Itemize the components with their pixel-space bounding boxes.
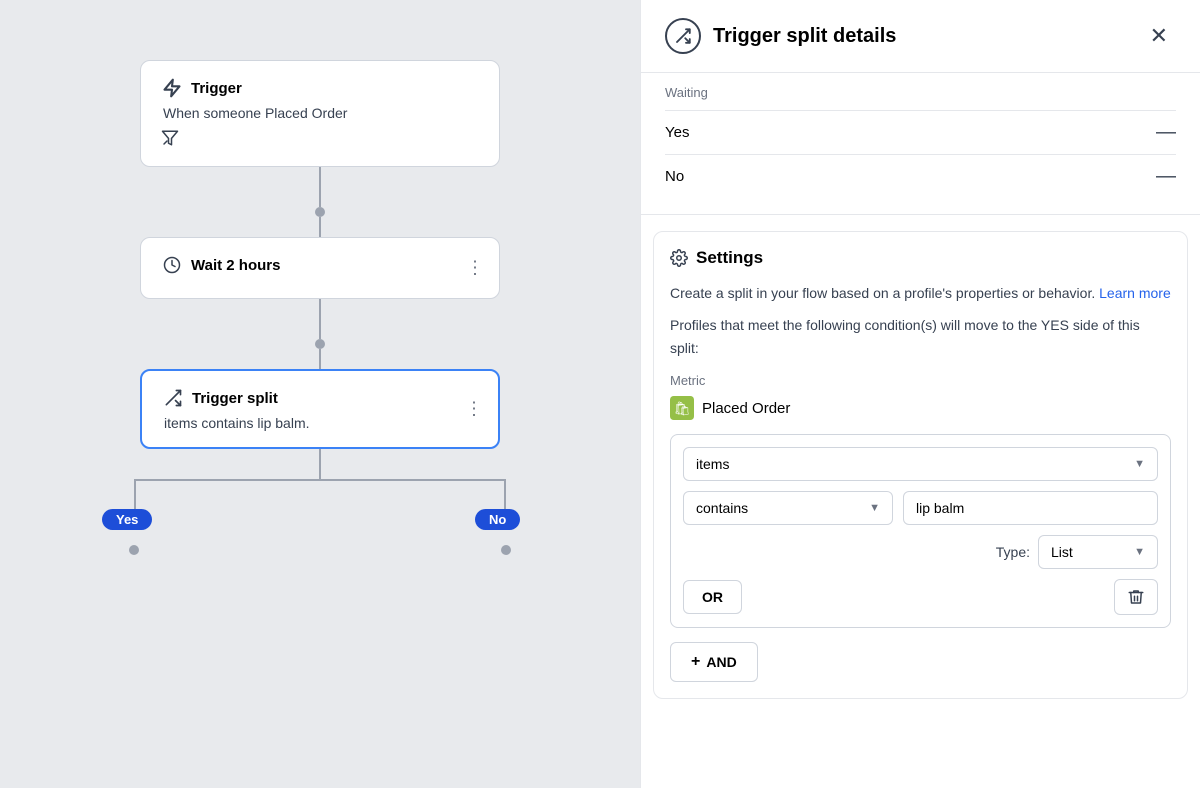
trigger-split-panel: Trigger split details ✕ Waiting Yes — No… bbox=[640, 0, 1200, 788]
flow-canvas: Trigger When someone Placed Order bbox=[0, 0, 640, 788]
settings-description: Create a split in your flow based on a p… bbox=[670, 282, 1171, 304]
wait-menu[interactable]: ⋮ bbox=[466, 258, 485, 279]
status-no-label: No bbox=[665, 168, 684, 185]
wait-node[interactable]: Wait 2 hours ⋮ bbox=[140, 237, 500, 299]
no-label[interactable]: No bbox=[475, 509, 520, 530]
type-select-chevron: ▼ bbox=[1134, 546, 1145, 558]
metric-row: 🛍 Placed Order bbox=[670, 396, 1171, 420]
branch-left-line bbox=[134, 479, 136, 509]
connector-line-2 bbox=[319, 299, 321, 339]
metric-name: Placed Order bbox=[702, 400, 790, 417]
type-select-value: List bbox=[1051, 544, 1073, 560]
shopify-icon: 🛍 bbox=[670, 396, 694, 420]
operator-select-chevron: ▼ bbox=[869, 502, 880, 514]
status-no-value: — bbox=[1156, 165, 1176, 188]
connector-line-1b bbox=[319, 217, 321, 237]
panel-header-icon bbox=[665, 18, 701, 54]
branch-no-label-wrap: No bbox=[475, 509, 520, 530]
field-select[interactable]: items ▼ bbox=[683, 447, 1158, 481]
value-input[interactable] bbox=[903, 491, 1158, 525]
settings-gear-icon bbox=[670, 249, 688, 267]
or-button[interactable]: OR bbox=[683, 580, 742, 614]
panel-close-button[interactable]: ✕ bbox=[1142, 19, 1176, 53]
action-row: OR bbox=[683, 579, 1158, 615]
and-button-label: AND bbox=[706, 654, 736, 670]
status-section: Waiting Yes — No — bbox=[641, 73, 1200, 215]
delete-button[interactable] bbox=[1114, 579, 1158, 615]
split-subtitle: items contains lip balm. bbox=[162, 415, 478, 431]
branch-yes-label-wrap: Yes bbox=[102, 509, 152, 530]
operator-select[interactable]: contains ▼ bbox=[683, 491, 893, 525]
panel-title: Trigger split details bbox=[713, 25, 1130, 48]
status-no-row: No — bbox=[665, 154, 1176, 198]
condition-type-row: Type: List ▼ bbox=[683, 535, 1158, 569]
split-icon bbox=[162, 387, 184, 409]
split-title: Trigger split bbox=[192, 390, 278, 407]
status-label: Waiting bbox=[665, 73, 1176, 110]
field-select-value: items bbox=[696, 456, 729, 472]
condition-operator-row: contains ▼ bbox=[683, 491, 1158, 525]
settings-section: Settings Create a split in your flow bas… bbox=[653, 231, 1188, 699]
type-label: Type: bbox=[996, 544, 1030, 560]
settings-header: Settings bbox=[670, 248, 1171, 268]
trash-icon bbox=[1127, 588, 1145, 606]
wait-title: Wait 2 hours bbox=[191, 257, 280, 274]
status-yes-row: Yes — bbox=[665, 110, 1176, 154]
connector-dot-1 bbox=[315, 207, 325, 217]
learn-more-link[interactable]: Learn more bbox=[1099, 285, 1171, 301]
connector-line-1 bbox=[319, 167, 321, 207]
and-plus-icon: + bbox=[691, 653, 700, 671]
branch-left-dot bbox=[129, 545, 139, 555]
wait-icon bbox=[161, 254, 183, 276]
metric-label: Metric bbox=[670, 373, 1171, 388]
field-select-chevron: ▼ bbox=[1134, 458, 1145, 470]
operator-select-value: contains bbox=[696, 500, 748, 516]
connector-line-2b bbox=[319, 349, 321, 369]
branch-right-dot bbox=[501, 545, 511, 555]
split-node-header: Trigger split bbox=[162, 387, 478, 409]
settings-profiles-text: Profiles that meet the following conditi… bbox=[670, 314, 1171, 359]
split-menu[interactable]: ⋮ bbox=[465, 399, 484, 420]
status-yes-value: — bbox=[1156, 121, 1176, 144]
connector-dot-2 bbox=[315, 339, 325, 349]
panel-body: Waiting Yes — No — Settings Create a spl… bbox=[641, 73, 1200, 788]
yes-label[interactable]: Yes bbox=[102, 509, 152, 530]
trigger-split-node[interactable]: Trigger split items contains lip balm. ⋮ bbox=[140, 369, 500, 449]
panel-header: Trigger split details ✕ bbox=[641, 0, 1200, 73]
flow-container: Trigger When someone Placed Order bbox=[0, 0, 640, 788]
trigger-title: Trigger bbox=[191, 80, 242, 97]
svg-text:🛍: 🛍 bbox=[674, 401, 691, 416]
settings-title: Settings bbox=[696, 248, 763, 268]
branch-connector-top bbox=[319, 449, 321, 479]
trigger-icon bbox=[161, 77, 183, 99]
branch-line-h bbox=[135, 479, 505, 481]
trigger-node[interactable]: Trigger When someone Placed Order bbox=[140, 60, 500, 167]
and-button[interactable]: + AND bbox=[670, 642, 758, 682]
trigger-filter-icon bbox=[161, 129, 479, 150]
wait-node-header: Wait 2 hours bbox=[161, 254, 479, 276]
trigger-node-header: Trigger bbox=[161, 77, 479, 99]
status-yes-label: Yes bbox=[665, 124, 689, 141]
branch-area: Yes No bbox=[0, 449, 640, 549]
branch-right-line bbox=[504, 479, 506, 509]
trigger-subtitle: When someone Placed Order bbox=[161, 105, 479, 121]
condition-box: items ▼ contains ▼ Type: List bbox=[670, 434, 1171, 628]
type-select[interactable]: List ▼ bbox=[1038, 535, 1158, 569]
condition-field-row: items ▼ bbox=[683, 447, 1158, 481]
